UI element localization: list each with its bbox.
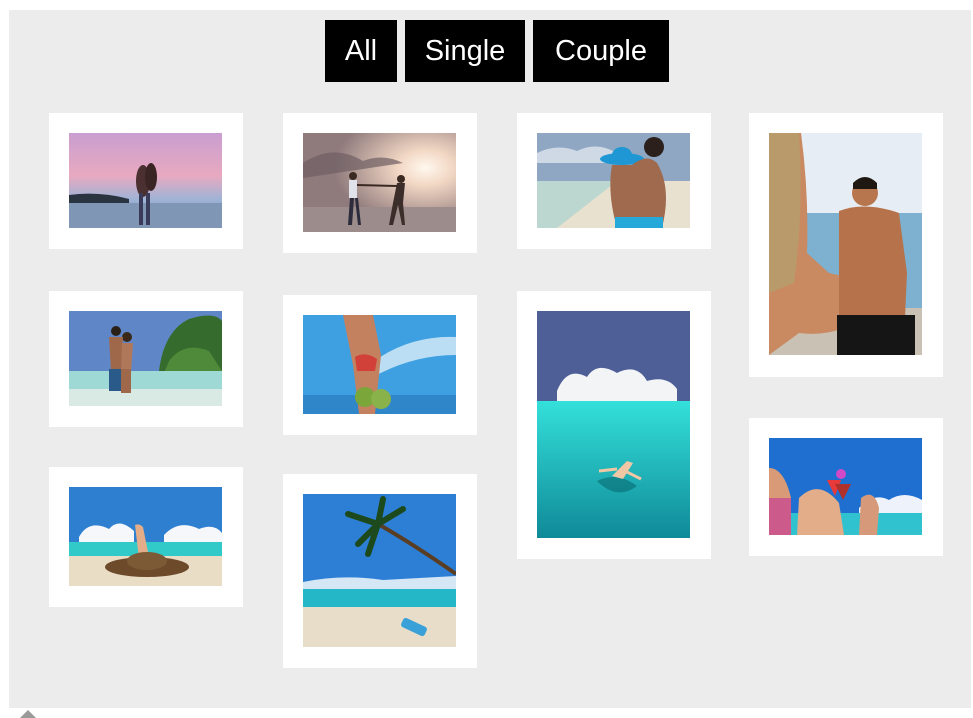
gallery-card[interactable] <box>283 113 477 253</box>
gallery-card[interactable] <box>749 113 943 377</box>
gallery-stage: All Single Couple <box>9 10 971 708</box>
gallery-card[interactable] <box>517 291 711 559</box>
woman-coconuts-photo <box>303 315 456 414</box>
couple-embrace-sunset-photo <box>69 133 222 228</box>
home-icon[interactable] <box>20 710 36 718</box>
gallery-card[interactable] <box>283 474 477 668</box>
filter-single-button[interactable]: Single <box>405 20 525 82</box>
gallery-card[interactable] <box>749 418 943 556</box>
cocktail-toast-photo <box>769 438 922 535</box>
gallery-card[interactable] <box>283 295 477 435</box>
filter-all-button[interactable]: All <box>325 20 397 82</box>
man-reaching-hand-photo <box>769 133 922 355</box>
filter-couple-button[interactable]: Couple <box>533 20 669 82</box>
gallery-card[interactable] <box>49 467 243 607</box>
couple-kissing-lagoon-photo <box>69 311 222 406</box>
palm-tree-beach-photo <box>303 494 456 647</box>
gallery-card[interactable] <box>49 291 243 427</box>
woman-sunhat-sand-photo <box>69 487 222 586</box>
couple-dancing-sunset-photo <box>303 133 456 232</box>
gallery-card[interactable] <box>49 113 243 249</box>
swimmer-lagoon-photo <box>537 311 690 538</box>
filter-bar: All Single Couple <box>9 20 971 82</box>
couple-sunhat-beach-photo <box>537 133 690 228</box>
gallery-card[interactable] <box>517 113 711 249</box>
